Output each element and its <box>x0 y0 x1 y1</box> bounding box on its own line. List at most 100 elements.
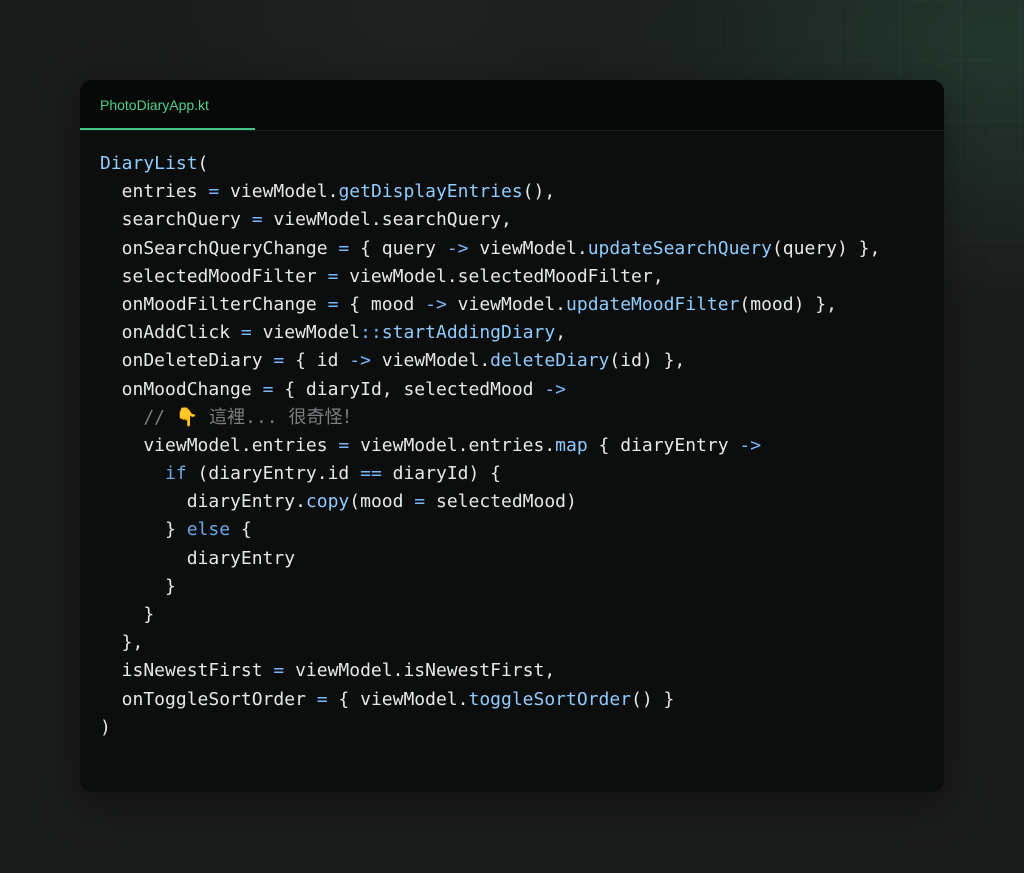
code-token: selectedMoodFilter <box>100 265 328 287</box>
code-line-20: onToggleSortOrder = { viewModel.toggleSo… <box>100 686 880 714</box>
code-line-12: if (diaryEntry.id == diaryId) { <box>100 460 880 488</box>
code-token-operator: = <box>338 237 350 259</box>
code-token: viewModel. <box>446 293 567 315</box>
code-token: , <box>555 322 567 344</box>
code-token: diaryEntry <box>100 547 296 569</box>
code-line-5: selectedMoodFilter = viewModel.selectedM… <box>100 263 880 291</box>
code-token: { diaryId, selectedMood <box>273 378 545 400</box>
code-line-4: onSearchQueryChange = { query -> viewMod… <box>100 235 881 263</box>
code-line-6: onMoodFilterChange = { mood -> viewModel… <box>100 291 880 319</box>
code-token: (mood <box>349 491 415 513</box>
code-token: { query <box>349 237 447 259</box>
code-token: onAddClick <box>100 322 241 344</box>
tab-photodiaryapp-kt[interactable]: PhotoDiaryApp.kt <box>80 80 255 130</box>
code-line-11: viewModel.entries = viewModel.entries.ma… <box>100 432 880 460</box>
code-token: { viewModel. <box>327 688 469 710</box>
code-line-14: } else { <box>100 516 880 544</box>
code-comment: 這裡... 很奇怪！ <box>198 406 361 428</box>
code-token: (id) }, <box>609 350 686 372</box>
code-token: { <box>230 519 252 541</box>
code-comment: // <box>100 406 176 428</box>
code-token: onMoodChange <box>100 378 263 400</box>
code-token: } <box>100 575 176 597</box>
code-line-7: onAddClick = viewModel::startAddingDiary… <box>100 319 880 347</box>
code-token: viewModel.entries. <box>349 434 556 456</box>
code-line-16: } <box>100 573 880 601</box>
code-line-21: ) <box>100 714 880 742</box>
code-token-operator: -> <box>349 350 371 372</box>
code-token-function: DiaryList <box>100 153 198 174</box>
code-block[interactable]: DiaryList( entries = viewModel.getDispla… <box>100 150 880 742</box>
tab-bar: PhotoDiaryApp.kt <box>80 80 944 131</box>
code-token: viewModel. <box>468 237 588 259</box>
code-token: diaryEntry. <box>100 491 306 513</box>
code-token: viewModel. <box>370 350 491 372</box>
code-token-operator: = <box>208 181 220 203</box>
code-token-operator: = <box>240 322 252 344</box>
code-line-9: onMoodChange = { diaryId, selectedMood -… <box>100 376 880 404</box>
code-token-operator: = <box>262 378 274 400</box>
code-token-operator: -> <box>446 237 469 259</box>
code-token-function: toggleSortOrder <box>468 688 632 710</box>
pointing-down-icon: 👇 <box>175 406 199 428</box>
code-token-function: getDisplayEntries <box>338 181 523 203</box>
code-token: { id <box>284 350 350 372</box>
code-token: onSearchQueryChange <box>100 237 339 259</box>
code-token: () } <box>631 688 675 710</box>
code-line-17: } <box>100 601 880 629</box>
code-token-function: map <box>555 434 588 456</box>
code-token: onMoodFilterChange <box>100 293 328 315</box>
code-token-operator: = <box>338 434 350 456</box>
code-token: viewModel. <box>219 181 339 203</box>
code-token: onToggleSortOrder <box>100 688 317 710</box>
code-token-function: deleteDiary <box>490 350 610 372</box>
code-token-operator: -> <box>425 293 447 315</box>
code-token-operator: = <box>273 660 285 682</box>
code-token: viewModel.isNewestFirst, <box>284 660 556 682</box>
code-line-1: DiaryList( <box>100 150 880 178</box>
code-token-operator: :: <box>360 322 382 344</box>
code-token-operator: = <box>327 265 339 287</box>
code-token: viewModel.searchQuery, <box>262 209 512 231</box>
code-token-operator: = <box>273 350 285 372</box>
code-token-function: copy <box>305 491 350 513</box>
code-token: viewModel.selectedMoodFilter, <box>338 265 664 287</box>
code-token: ) <box>100 716 111 738</box>
code-token-operator: -> <box>739 434 762 456</box>
code-token: diaryId) { <box>381 463 502 485</box>
code-token: } <box>100 519 187 541</box>
code-token-operator: = <box>327 293 339 315</box>
tab-label: PhotoDiaryApp.kt <box>100 97 209 113</box>
code-token-function: updateSearchQuery <box>587 237 772 259</box>
code-token: selectedMood) <box>425 491 577 513</box>
code-token-operator: -> <box>544 378 567 400</box>
code-line-19: isNewestFirst = viewModel.isNewestFirst, <box>100 657 880 685</box>
code-line-3: searchQuery = viewModel.searchQuery, <box>100 206 880 234</box>
code-token-operator: = <box>251 209 263 231</box>
code-token: viewModel.entries <box>100 434 339 456</box>
code-line-15: diaryEntry <box>100 545 880 573</box>
code-token-operator: = <box>316 688 328 710</box>
code-token-keyword: else <box>186 519 231 541</box>
code-token: { mood <box>338 293 426 315</box>
code-token: ( <box>197 153 209 174</box>
code-editor-window: PhotoDiaryApp.kt DiaryList( entries = vi… <box>80 80 944 792</box>
code-line-18: }, <box>100 629 880 657</box>
code-line-2: entries = viewModel.getDisplayEntries(), <box>100 178 880 206</box>
code-token: viewModel <box>251 322 361 344</box>
code-token: searchQuery <box>100 209 252 231</box>
code-token: entries <box>100 181 209 203</box>
code-token-operator: == <box>360 463 382 485</box>
code-line-8: onDeleteDiary = { id -> viewModel.delete… <box>100 347 880 375</box>
code-token-function: startAddingDiary <box>381 322 556 344</box>
code-token: } <box>100 604 155 625</box>
code-token: isNewestFirst <box>100 660 274 682</box>
code-token-function: updateMoodFilter <box>566 293 740 315</box>
code-token: (query) }, <box>771 237 881 259</box>
code-token: }, <box>100 632 144 654</box>
code-token: (mood) }, <box>739 293 837 315</box>
code-line-10: // 👇 這裡... 很奇怪！ <box>100 404 880 432</box>
code-token: onDeleteDiary <box>100 350 274 372</box>
code-line-13: diaryEntry.copy(mood = selectedMood) <box>100 488 880 516</box>
